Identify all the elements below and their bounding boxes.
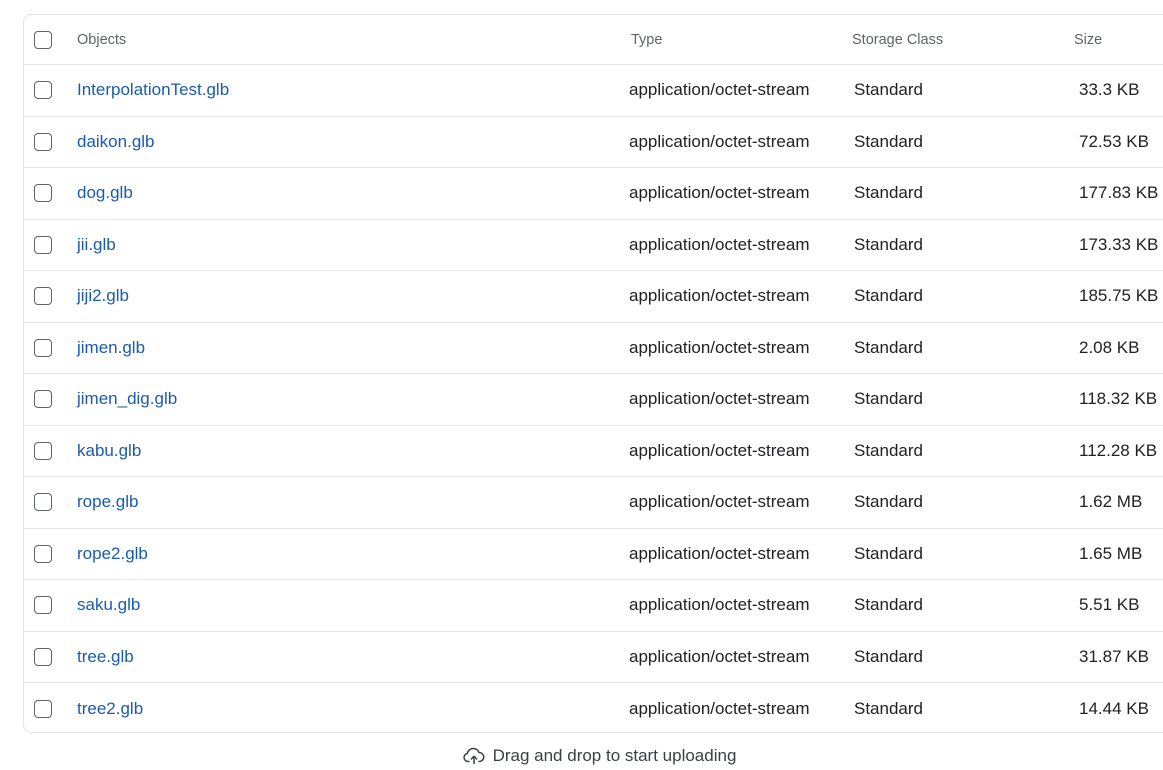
table-body: InterpolationTest.glb application/octet-s… xyxy=(24,65,1163,732)
table-row: saku.glb application/octet-stream Standard… xyxy=(24,580,1163,632)
object-size: 118.32 KB xyxy=(1079,389,1158,409)
object-storage-class: Standard xyxy=(854,286,923,306)
object-name-link[interactable]: jimen_dig.glb xyxy=(77,389,177,409)
header-type[interactable]: Type xyxy=(631,15,662,64)
row-checkbox[interactable] xyxy=(34,132,52,151)
object-storage-class: Standard xyxy=(854,646,923,666)
object-storage-class: Standard xyxy=(854,234,923,254)
object-size: 1.65 MB xyxy=(1079,543,1143,563)
object-name-link[interactable]: jii.glb xyxy=(77,235,116,255)
row-checkbox[interactable] xyxy=(34,647,52,666)
header-storage-class[interactable]: Storage Class xyxy=(852,15,943,64)
row-checkbox[interactable] xyxy=(34,390,52,409)
table-row: rope.glb application/octet-stream Standard… xyxy=(24,477,1163,529)
object-size: 2.08 KB xyxy=(1079,337,1140,357)
row-checkbox[interactable] xyxy=(34,184,52,203)
row-checkbox[interactable] xyxy=(34,338,52,357)
object-size: 33.3 KB xyxy=(1079,80,1140,100)
object-size: 14.44 KB xyxy=(1079,698,1149,718)
objects-table: Objects Type Storage Class Size Interpol… xyxy=(23,14,1163,733)
row-checkbox[interactable] xyxy=(34,81,52,100)
table-row: daikon.glb application/octet-stream Standa… xyxy=(24,117,1163,168)
object-storage-class: Standard xyxy=(854,131,923,151)
table-row: InterpolationTest.glb application/octet-s… xyxy=(24,65,1163,117)
cloud-upload-icon xyxy=(462,747,485,765)
object-size: 177.83 KB xyxy=(1079,183,1159,203)
object-storage-class: Standard xyxy=(854,389,923,409)
object-type: application/octet-stream xyxy=(629,183,810,203)
object-type: application/octet-stream xyxy=(629,543,810,563)
object-type: application/octet-stream xyxy=(629,80,810,100)
object-type: application/octet-stream xyxy=(629,492,810,512)
object-type: application/octet-stream xyxy=(629,440,810,460)
row-checkbox[interactable] xyxy=(34,235,52,254)
object-size: 173.33 KB xyxy=(1079,234,1159,254)
row-checkbox[interactable] xyxy=(34,596,52,615)
object-storage-class: Standard xyxy=(854,543,923,563)
object-type: application/octet-stream xyxy=(629,389,810,409)
row-checkbox[interactable] xyxy=(34,287,52,306)
object-name-link[interactable]: saku.glb xyxy=(77,595,140,615)
object-size: 31.87 KB xyxy=(1079,646,1149,666)
object-name-link[interactable]: rope.glb xyxy=(77,492,138,512)
object-name-link[interactable]: tree.glb xyxy=(77,647,134,667)
object-name-link[interactable]: tree2.glb xyxy=(77,699,143,719)
header-objects[interactable]: Objects xyxy=(77,15,126,64)
object-type: application/octet-stream xyxy=(629,698,810,718)
object-storage-class: Standard xyxy=(854,698,923,718)
object-type: application/octet-stream xyxy=(629,234,810,254)
object-type: application/octet-stream xyxy=(629,286,810,306)
object-storage-class: Standard xyxy=(854,183,923,203)
object-size: 72.53 KB xyxy=(1079,131,1149,151)
table-row: kabu.glb application/octet-stream Standard… xyxy=(24,426,1163,477)
object-size: 185.75 KB xyxy=(1079,286,1159,306)
table-header: Objects Type Storage Class Size xyxy=(24,15,1163,65)
table-row: rope2.glb application/octet-stream Standar… xyxy=(24,529,1163,580)
table-row: tree2.glb application/octet-stream Standar… xyxy=(24,683,1163,732)
object-size: 1.62 MB xyxy=(1079,492,1143,512)
object-name-link[interactable]: rope2.glb xyxy=(77,544,148,564)
object-name-link[interactable]: daikon.glb xyxy=(77,132,155,152)
object-storage-class: Standard xyxy=(854,440,923,460)
upload-dropzone[interactable]: Drag and drop to start uploading xyxy=(0,744,1163,768)
object-storage-class: Standard xyxy=(854,492,923,512)
object-name-link[interactable]: jiji2.glb xyxy=(77,286,129,306)
table-row: tree.glb application/octet-stream Standard… xyxy=(24,632,1163,683)
object-storage-class: Standard xyxy=(854,337,923,357)
row-checkbox[interactable] xyxy=(34,544,52,563)
object-storage-class: Standard xyxy=(854,80,923,100)
object-name-link[interactable]: kabu.glb xyxy=(77,441,141,461)
table-row: jimen.glb application/octet-stream Standar… xyxy=(24,323,1163,374)
table-row: jiji2.glb application/octet-stream Standar… xyxy=(24,271,1163,323)
table-row: jii.glb application/octet-stream Standard 1… xyxy=(24,220,1163,271)
object-type: application/octet-stream xyxy=(629,131,810,151)
object-name-link[interactable]: dog.glb xyxy=(77,183,133,203)
object-type: application/octet-stream xyxy=(629,646,810,666)
row-checkbox[interactable] xyxy=(34,493,52,512)
row-checkbox[interactable] xyxy=(34,699,52,718)
object-type: application/octet-stream xyxy=(629,337,810,357)
object-storage-class: Standard xyxy=(854,595,923,615)
object-name-link[interactable]: jimen.glb xyxy=(77,338,145,358)
object-size: 5.51 KB xyxy=(1079,595,1140,615)
table-row: dog.glb application/octet-stream Standard 1… xyxy=(24,168,1163,220)
object-name-link[interactable]: InterpolationTest.glb xyxy=(77,80,229,100)
select-all-checkbox[interactable] xyxy=(34,30,52,49)
table-row: jimen_dig.glb application/octet-stream Sta… xyxy=(24,374,1163,426)
header-size[interactable]: Size xyxy=(1074,15,1102,64)
row-checkbox[interactable] xyxy=(34,441,52,460)
object-type: application/octet-stream xyxy=(629,595,810,615)
dropzone-label: Drag and drop to start uploading xyxy=(492,746,737,765)
object-size: 112.28 KB xyxy=(1079,440,1158,460)
